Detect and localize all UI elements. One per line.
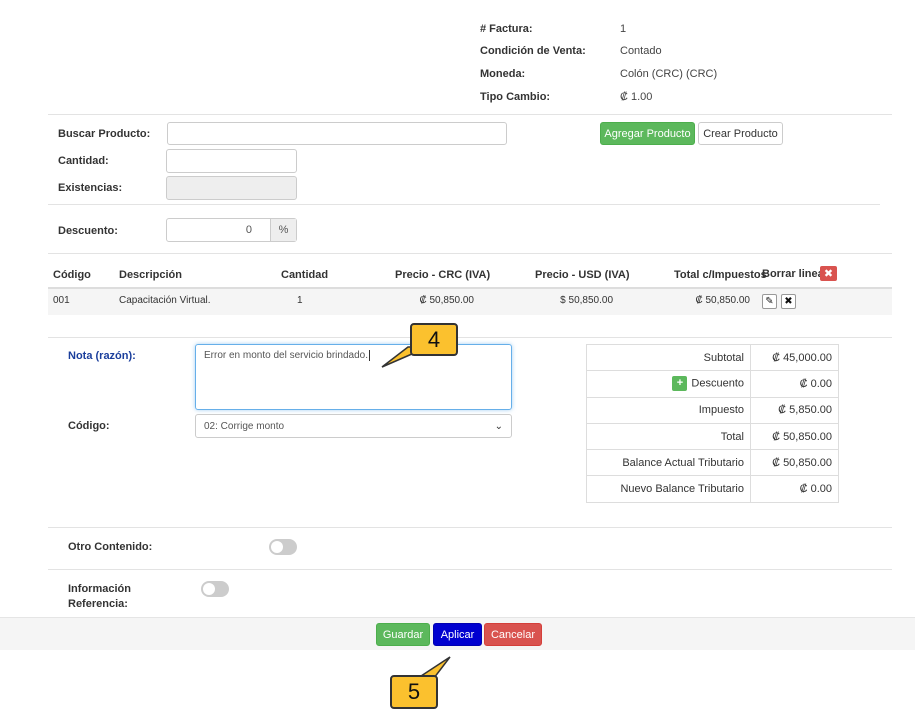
crear-producto-button[interactable]: Crear Producto (698, 122, 783, 145)
cantidad-input[interactable] (166, 149, 297, 173)
th-precio-crc: Precio - CRC (IVA) (395, 269, 491, 281)
chevron-down-icon: ⌄ (494, 420, 503, 432)
divider (48, 114, 892, 115)
nuevo-balance-value: ₡ 0.00 (750, 475, 839, 503)
cell-precio-usd: $ 50,850.00 (560, 295, 613, 306)
existencias-field (166, 176, 297, 200)
codigo-select[interactable]: 02: Corrige monto ⌄ (195, 414, 512, 438)
existencias-label: Existencias: (58, 182, 123, 194)
codigo-label: Código: (68, 420, 110, 432)
subtotal-label: Subtotal (586, 343, 751, 372)
cell-cantidad: 1 (297, 295, 303, 306)
totals-table: Subtotal ₡ 45,000.00 + Descuento ₡ 0.00 I… (586, 343, 839, 503)
impuesto-row: Impuesto ₡ 5,850.00 (586, 396, 839, 424)
th-descripcion: Descripción (119, 269, 182, 281)
condicion-label: Condición de Venta: (480, 45, 586, 57)
descuento-input-group[interactable]: 0 % (166, 218, 297, 242)
factura-label: # Factura: (480, 23, 533, 35)
nuevo-balance-label: Nuevo Balance Tributario (586, 475, 751, 503)
moneda-label: Moneda: (480, 68, 526, 80)
cell-precio-crc: ₡ 50,850.00 (419, 295, 475, 306)
info-referencia-toggle[interactable] (201, 581, 229, 597)
percent-addon: % (270, 219, 296, 241)
balance-actual-row: Balance Actual Tributario ₡ 50,850.00 (586, 449, 839, 477)
codigo-select-value: 02: Corrige monto (204, 420, 285, 432)
total-row: Total ₡ 50,850.00 (586, 422, 839, 451)
info-referencia-label-1: Información (68, 583, 131, 595)
cantidad-label: Cantidad: (58, 155, 109, 167)
borrar-lineas-icon[interactable]: ✖ (820, 266, 837, 281)
nota-text: Error en monto del servicio brindado. (204, 350, 368, 361)
otro-contenido-label: Otro Contenido: (68, 541, 153, 553)
divider (48, 253, 892, 254)
descuento-total-value: ₡ 0.00 (750, 370, 839, 398)
nuevo-balance-row: Nuevo Balance Tributario ₡ 0.00 (586, 475, 839, 503)
info-referencia-label-2: Referencia: (68, 598, 128, 610)
subtotal-value: ₡ 45,000.00 (750, 343, 839, 372)
th-codigo: Código (53, 269, 91, 281)
cell-descripcion: Capacitación Virtual. (119, 295, 211, 306)
close-icon[interactable]: ✖ (781, 294, 796, 309)
guardar-button[interactable]: Guardar (376, 623, 430, 646)
agregar-producto-button[interactable]: Agregar Producto (600, 122, 695, 145)
buscar-producto-label: Buscar Producto: (58, 128, 151, 140)
descuento-label: Descuento: (58, 225, 118, 237)
th-total: Total c/Impuestos (674, 269, 767, 281)
factura-value: 1 (620, 23, 627, 35)
total-label: Total (586, 422, 751, 451)
subtotal-row: Subtotal ₡ 45,000.00 (586, 343, 839, 372)
impuesto-value: ₡ 5,850.00 (750, 396, 839, 424)
divider (48, 204, 880, 205)
nota-textarea[interactable]: Error en monto del servicio brindado. (195, 344, 512, 410)
callout-step-4: 4 (410, 323, 458, 356)
buscar-producto-input[interactable] (167, 122, 507, 145)
total-value: ₡ 50,850.00 (750, 422, 839, 451)
balance-actual-label: Balance Actual Tributario (586, 449, 751, 477)
callout-step-5: 5 (390, 675, 438, 709)
impuesto-label: Impuesto (586, 396, 751, 424)
pencil-icon[interactable]: ✎ (762, 294, 777, 309)
tipo-cambio-label: Tipo Cambio: (480, 91, 551, 103)
descuento-total-label: Descuento (691, 377, 744, 390)
cell-total: ₡ 50,850.00 (695, 295, 751, 306)
divider (48, 569, 892, 570)
cell-codigo: 001 (53, 295, 70, 306)
plus-icon[interactable]: + (672, 376, 688, 392)
divider (48, 527, 892, 528)
nota-label: Nota (razón): (68, 350, 136, 362)
descuento-cell: + Descuento (586, 370, 751, 398)
divider (48, 337, 892, 338)
descuento-row: + Descuento ₡ 0.00 (586, 370, 839, 398)
descuento-input[interactable]: 0 (167, 219, 270, 241)
balance-actual-value: ₡ 50,850.00 (750, 449, 839, 477)
aplicar-button[interactable]: Aplicar (433, 623, 482, 646)
condicion-value: Contado (620, 45, 662, 57)
moneda-value: Colón (CRC) (CRC) (620, 68, 718, 80)
tipo-cambio-value: ₡ 1.00 (620, 91, 653, 103)
otro-contenido-toggle[interactable] (269, 539, 297, 555)
cancelar-button[interactable]: Cancelar (484, 623, 542, 646)
th-precio-usd: Precio - USD (IVA) (535, 269, 630, 281)
th-cantidad: Cantidad (281, 269, 329, 281)
